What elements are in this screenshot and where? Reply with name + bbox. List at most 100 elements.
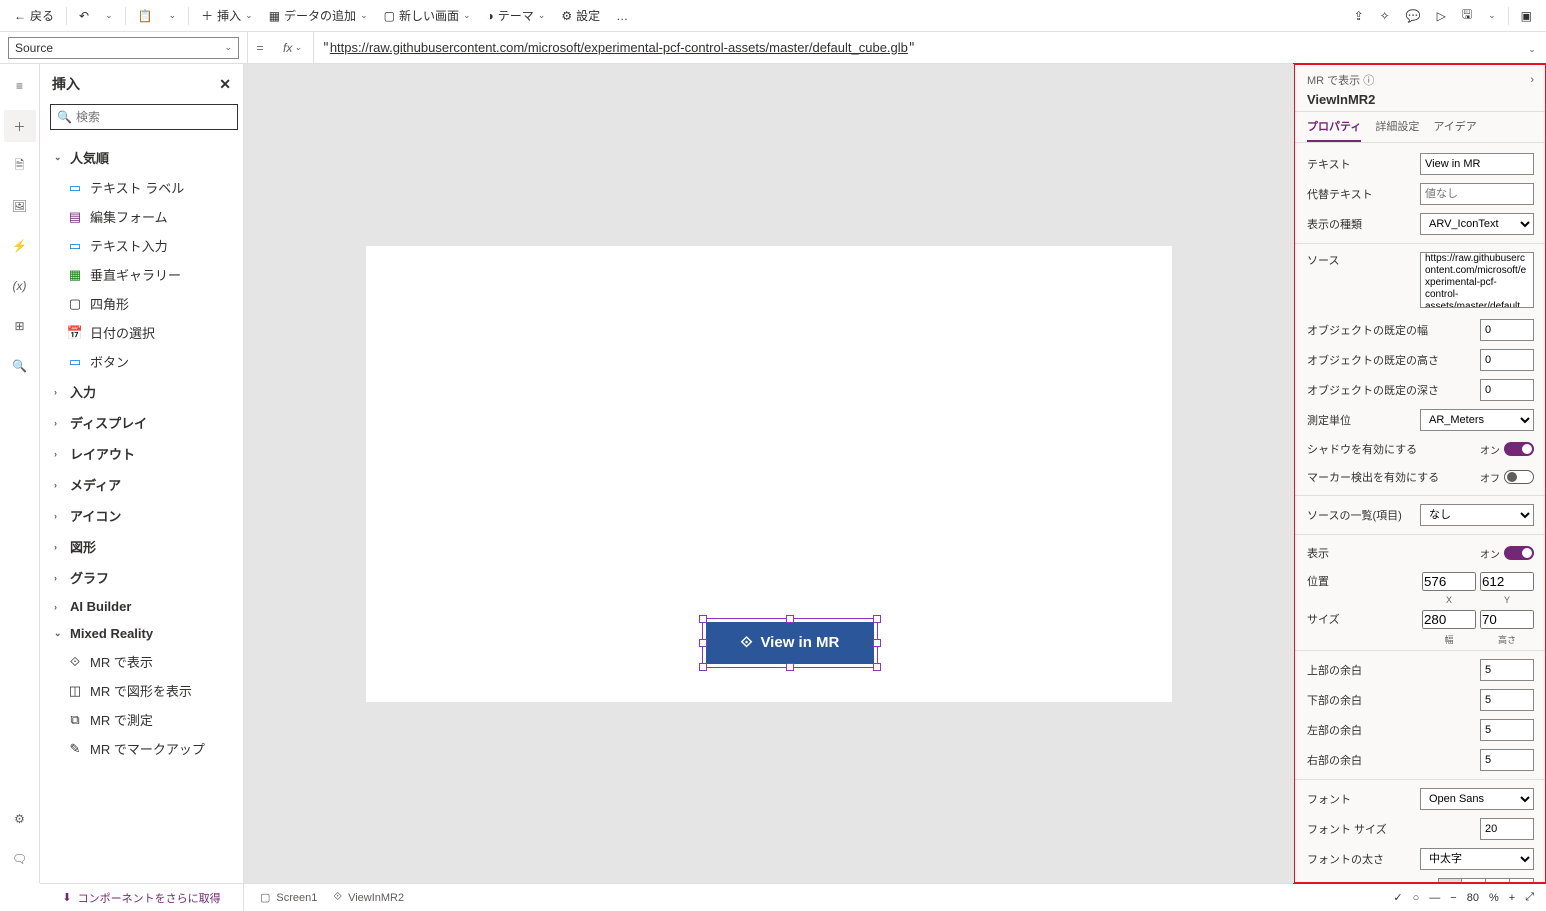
insert-item-text-label[interactable]: ▭テキスト ラベル xyxy=(40,173,243,202)
align-right-button[interactable]: ≡ xyxy=(1486,878,1510,883)
tab-advanced[interactable]: 詳細設定 xyxy=(1375,118,1419,142)
insert-item-mr-markup[interactable]: ✎MR でマークアップ xyxy=(40,734,243,763)
insert-item-mr-measure[interactable]: ⧉MR で測定 xyxy=(40,705,243,734)
canvas-area[interactable]: ⟐ View in MR xyxy=(244,64,1294,883)
prop-y-input[interactable] xyxy=(1480,572,1534,591)
align-left-button[interactable]: ≡ xyxy=(1438,878,1462,883)
tree-view-button[interactable]: ≡ xyxy=(4,70,36,102)
paste-more[interactable]: ⌄ xyxy=(163,6,183,25)
insert-search-box[interactable]: 🔍 xyxy=(50,104,238,130)
prop-x-input[interactable] xyxy=(1422,572,1476,591)
category-media[interactable]: ›メディア xyxy=(40,469,243,500)
fit-button[interactable]: ⤢ xyxy=(1525,891,1534,904)
category-icons[interactable]: ›アイコン xyxy=(40,500,243,531)
category-ai-builder[interactable]: ›AI Builder xyxy=(40,593,243,620)
insert-item-mr-shape[interactable]: ◫MR で図形を表示 xyxy=(40,676,243,705)
ask-button[interactable]: 🗨 xyxy=(4,843,36,875)
prop-obj-width-input[interactable] xyxy=(1480,319,1534,341)
theme-menu[interactable]: ◑テーマ⌄ xyxy=(481,3,552,28)
data-button[interactable]: 🗎 xyxy=(4,150,36,182)
insert-item-date-picker[interactable]: 📅日付の選択 xyxy=(40,318,243,347)
tab-properties[interactable]: プロパティ xyxy=(1307,118,1361,142)
category-shapes[interactable]: ›図形 xyxy=(40,531,243,562)
variables-button[interactable]: (x) xyxy=(4,270,36,302)
category-input[interactable]: ›入力 xyxy=(40,376,243,407)
prop-shadow-toggle[interactable] xyxy=(1504,442,1534,456)
category-popular[interactable]: ⌄人気順 xyxy=(40,142,243,173)
prop-obj-height-input[interactable] xyxy=(1480,349,1534,371)
more-button[interactable]: … xyxy=(610,5,634,27)
view-in-mr-control[interactable]: ⟐ View in MR xyxy=(706,622,874,664)
prop-font-select[interactable]: Open Sans xyxy=(1420,788,1534,810)
chevron-down-icon: ⌄ xyxy=(294,42,302,53)
property-selector[interactable]: Source⌄ xyxy=(0,32,248,63)
prop-padtop-input[interactable] xyxy=(1480,659,1534,681)
preview-button[interactable]: ▷ xyxy=(1431,5,1452,27)
prop-padleft-input[interactable] xyxy=(1480,719,1534,741)
chevron-down-icon: ⌄ xyxy=(54,152,64,163)
chevron-right-icon[interactable]: › xyxy=(1530,74,1534,86)
back-button[interactable]: ←戻る xyxy=(8,3,60,28)
insert-item-text-input[interactable]: ▭テキスト入力 xyxy=(40,231,243,260)
tab-ideas[interactable]: アイデア xyxy=(1433,118,1476,142)
prop-source-input[interactable]: https://raw.githubusercontent.com/micros… xyxy=(1420,252,1534,308)
prop-width-input[interactable] xyxy=(1422,610,1476,629)
copilot-button[interactable]: ✧ xyxy=(1374,5,1396,27)
prop-padbottom-input[interactable] xyxy=(1480,689,1534,711)
checker-icon[interactable]: ✓ xyxy=(1393,891,1402,904)
prop-unit-select[interactable]: AR_Meters xyxy=(1420,409,1534,431)
prop-marker-toggle[interactable] xyxy=(1504,470,1534,484)
zoom-minus-button[interactable]: − xyxy=(1450,892,1456,904)
prop-fontweight-select[interactable]: 中太字 xyxy=(1420,848,1534,870)
close-panel-button[interactable]: ✕ xyxy=(219,76,231,93)
prop-fontsize-input[interactable] xyxy=(1480,818,1534,840)
prop-height-input[interactable] xyxy=(1480,610,1534,629)
align-justify-button[interactable]: ≡ xyxy=(1510,878,1534,883)
insert-menu[interactable]: ＋挿入⌄ xyxy=(195,3,259,28)
advanced-button[interactable]: ⊞ xyxy=(4,310,36,342)
insert-item-edit-form[interactable]: ▤編集フォーム xyxy=(40,202,243,231)
add-data-menu[interactable]: ▦データの追加⌄ xyxy=(263,3,374,28)
undo-more[interactable]: ⌄ xyxy=(99,6,119,25)
insert-item-button[interactable]: ▭ボタン xyxy=(40,347,243,376)
insert-button[interactable]: ＋ xyxy=(4,110,36,142)
settings-rail-button[interactable]: ⚙ xyxy=(4,803,36,835)
paste-button[interactable]: 📋 xyxy=(132,5,159,27)
save-button[interactable]: 🖫 xyxy=(1456,1,1478,30)
prop-visible-toggle[interactable] xyxy=(1504,546,1534,560)
insert-item-rectangle[interactable]: ▢四角形 xyxy=(40,289,243,318)
help-icon[interactable]: ⓘ xyxy=(1363,75,1374,87)
comments-button[interactable]: 💬 xyxy=(1400,5,1427,27)
prop-alttext-input[interactable] xyxy=(1420,183,1534,205)
category-charts[interactable]: ›グラフ xyxy=(40,562,243,593)
category-layout[interactable]: ›レイアウト xyxy=(40,438,243,469)
insert-item-mr-view[interactable]: ⟐MR で表示 xyxy=(40,647,243,676)
save-more[interactable]: ⌄ xyxy=(1482,6,1502,25)
breadcrumb-control[interactable]: ⟐ViewInMR2 xyxy=(333,891,404,904)
publish-button[interactable]: ▣ xyxy=(1515,5,1538,27)
fx-label[interactable]: fx⌄ xyxy=(272,32,314,63)
breadcrumb-screen[interactable]: ▢Screen1 xyxy=(260,891,317,904)
share-button[interactable]: ⇪ xyxy=(1348,5,1370,27)
get-components-link[interactable]: ⬇コンポーネントをさらに取得 xyxy=(40,884,244,911)
new-screen-menu[interactable]: ▢新しい画面⌄ xyxy=(378,3,477,28)
formula-input[interactable]: "https://raw.githubusercontent.com/micro… xyxy=(314,40,1518,56)
media-button[interactable]: 🖼 xyxy=(4,190,36,222)
settings-button[interactable]: ⚙設定 xyxy=(555,3,606,28)
prop-displaytype-select[interactable]: ARV_IconText xyxy=(1420,213,1534,235)
app-screen[interactable]: ⟐ View in MR xyxy=(366,246,1172,702)
prop-text-input[interactable] xyxy=(1420,153,1534,175)
flows-button[interactable]: ⚡ xyxy=(4,230,36,262)
prop-padright-input[interactable] xyxy=(1480,749,1534,771)
expand-formula-button[interactable]: ⌄ xyxy=(1518,41,1546,55)
category-display[interactable]: ›ディスプレイ xyxy=(40,407,243,438)
search-button[interactable]: 🔍 xyxy=(4,350,36,382)
prop-srclist-select[interactable]: なし xyxy=(1420,504,1534,526)
insert-item-vertical-gallery[interactable]: ▦垂直ギャラリー xyxy=(40,260,243,289)
prop-obj-depth-input[interactable] xyxy=(1480,379,1534,401)
undo-button[interactable]: ↶ xyxy=(73,5,95,27)
align-center-button[interactable]: ≡ xyxy=(1462,878,1486,883)
category-mixed-reality[interactable]: ⌄Mixed Reality xyxy=(40,620,243,647)
zoom-plus-button[interactable]: + xyxy=(1509,892,1515,904)
insert-search-input[interactable] xyxy=(76,110,231,124)
